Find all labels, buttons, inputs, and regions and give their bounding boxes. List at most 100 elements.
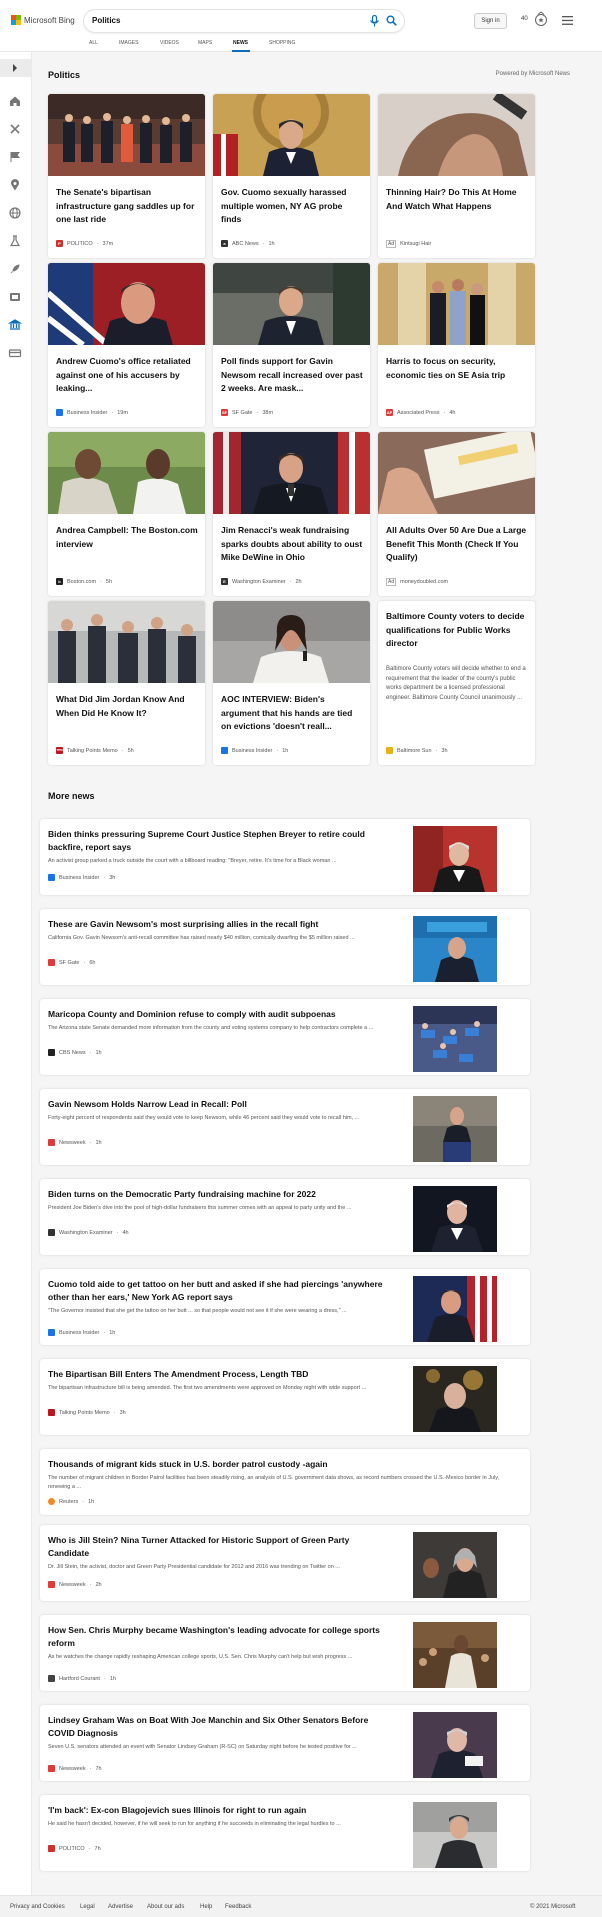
section-title-politics: Politics [48,70,81,80]
news-card-title[interactable]: Jim Renacci's weak fundraising sparks do… [221,524,363,565]
news-item-description: "The Governor insisted that she get the … [48,1308,347,1314]
flag-icon[interactable] [8,150,22,164]
news-card[interactable]: Poll finds support for Gavin Newsom reca… [213,263,370,427]
source-time: 4h [122,1229,129,1236]
news-item-title[interactable]: Who is Jill Stein? Nina Turner Attacked … [48,1534,388,1560]
news-card[interactable]: The Senate's bipartisan infrastructure g… [48,94,205,258]
news-item-title[interactable]: 'I'm back': Ex-con Blagojevich sues Illi… [48,1804,388,1817]
news-card[interactable]: Harris to focus on security, economic ti… [378,263,535,427]
footer-link-privacy[interactable]: Privacy and Cookies [10,1904,65,1910]
news-list-item[interactable]: Who is Jill Stein? Nina Turner Attacked … [40,1525,530,1601]
science-icon[interactable] [8,234,22,248]
news-card-text-only[interactable]: Baltimore County voters to decide qualif… [378,601,535,765]
search-input[interactable]: Politics [92,16,120,25]
home-icon[interactable] [8,94,22,108]
politico-logo-icon: P [56,240,63,247]
news-card[interactable]: Gov. Cuomo sexually harassed multiple wo… [213,94,370,258]
ad-card[interactable]: Thinning Hair? Do This At Home And Watch… [378,94,535,258]
news-item-description: President Joe Biden's dive into the pool… [48,1205,352,1211]
footer-link-about-ads[interactable]: About our ads [147,1904,184,1910]
ad-card-title[interactable]: All Adults Over 50 Are Due a Large Benef… [386,524,528,565]
category-sidebar [0,52,32,1895]
tab-maps[interactable]: MAPS [198,40,212,46]
news-card-title[interactable]: AOC INTERVIEW: Biden's argument that his… [221,693,363,734]
source-name: Business Insider [67,409,108,416]
search-icon[interactable] [386,15,397,26]
microphone-icon[interactable] [369,15,380,27]
footer-link-legal[interactable]: Legal [80,1904,95,1910]
news-card-description: Baltimore County voters will decide whet… [386,666,526,701]
money-icon[interactable] [8,346,22,360]
news-item-title[interactable]: Gavin Newsom Holds Narrow Lead in Recall… [48,1098,388,1111]
footer-copyright: © 2021 Microsoft [530,1904,576,1910]
news-list-item[interactable]: Maricopa County and Dominion refuse to c… [40,999,530,1075]
news-item-title[interactable]: Biden thinks pressuring Supreme Court Ju… [48,828,388,854]
rewards-points[interactable]: 40 [521,16,528,22]
news-card-title[interactable]: What Did Jim Jordan Know And When Did He… [56,693,198,720]
news-item-title[interactable]: Cuomo told aide to get tattoo on her but… [48,1278,388,1304]
ad-card-title[interactable]: Thinning Hair? Do This At Home And Watch… [386,186,528,213]
news-card[interactable]: AOC INTERVIEW: Biden's argument that his… [213,601,370,765]
rocket-icon[interactable] [8,262,22,276]
news-list-item-text-only[interactable]: Thousands of migrant kids stuck in U.S. … [40,1449,530,1515]
news-item-title[interactable]: These are Gavin Newsom's most surprising… [48,918,388,931]
tab-images[interactable]: IMAGES [119,40,138,46]
news-card[interactable]: Jim Renacci's weak fundraising sparks do… [213,432,370,596]
rewards-medal-icon[interactable] [533,11,549,27]
sign-in-button[interactable]: Sign in [474,13,507,29]
news-card-title[interactable]: Poll finds support for Gavin Newsom reca… [221,355,363,396]
news-card-title[interactable]: Harris to focus on security, economic ti… [386,355,528,382]
search-box[interactable]: Politics [84,10,404,32]
footer-link-feedback[interactable]: Feedback [225,1904,251,1910]
ad-card-source: Ad moneydoubled.com [386,578,448,586]
news-list-item[interactable]: The Bipartisan Bill Enters The Amendment… [40,1359,530,1435]
news-item-source: Washington Examiner · 4h [48,1229,129,1236]
news-card-title[interactable]: Gov. Cuomo sexually harassed multiple wo… [221,186,363,227]
news-card-title[interactable]: The Senate's bipartisan infrastructure g… [56,186,198,227]
source-time: 19m [117,409,128,416]
news-item-title[interactable]: The Bipartisan Bill Enters The Amendment… [48,1368,388,1381]
news-item-title[interactable]: Lindsey Graham Was on Boat With Joe Manc… [48,1714,388,1740]
news-item-title[interactable]: How Sen. Chris Murphy became Washington'… [48,1624,388,1650]
news-list-item[interactable]: Cuomo told aide to get tattoo on her but… [40,1269,530,1345]
ad-card-source: Ad Kintsugi Hair [386,240,431,248]
news-list-item[interactable]: Biden turns on the Democratic Party fund… [40,1179,530,1255]
tab-news[interactable]: NEWS [233,40,248,46]
footer-link-help[interactable]: Help [200,1904,212,1910]
location-pin-icon[interactable] [8,178,22,192]
news-list-item[interactable]: 'I'm back': Ex-con Blagojevich sues Illi… [40,1795,530,1871]
source-time: 3h [109,874,116,881]
business-insider-logo-icon [221,747,228,754]
powered-by-label[interactable]: Powered by Microsoft News [496,71,570,77]
news-card-source: P POLITICO · 37m [56,240,113,247]
politics-capitol-icon[interactable] [8,318,22,332]
section-title-more-news: More news [48,791,95,801]
tpm-logo-icon [48,1409,55,1416]
entertainment-icon[interactable] [8,290,22,304]
news-list-item[interactable]: Biden thinks pressuring Supreme Court Ju… [40,819,530,895]
news-card[interactable]: What Did Jim Jordan Know And When Did He… [48,601,205,765]
news-item-image [413,826,497,892]
sports-icon[interactable] [8,122,22,136]
ad-card[interactable]: All Adults Over 50 Are Due a Large Benef… [378,432,535,596]
news-card[interactable]: Andrew Cuomo's office retaliated against… [48,263,205,427]
news-list-item[interactable]: These are Gavin Newsom's most surprising… [40,909,530,985]
globe-icon[interactable] [8,206,22,220]
tab-videos[interactable]: VIDEOS [160,40,179,46]
tab-shopping[interactable]: SHOPPING [269,40,295,46]
news-list-item[interactable]: Lindsey Graham Was on Boat With Joe Manc… [40,1705,530,1781]
menu-icon[interactable] [562,16,573,25]
news-item-title[interactable]: Maricopa County and Dominion refuse to c… [48,1008,388,1021]
chevron-right-icon[interactable] [8,61,22,75]
news-item-title[interactable]: Biden turns on the Democratic Party fund… [48,1188,388,1201]
news-card-title[interactable]: Baltimore County voters to decide qualif… [386,610,528,651]
news-list-item[interactable]: Gavin Newsom Holds Narrow Lead in Recall… [40,1089,530,1165]
footer-link-advertise[interactable]: Advertise [108,1904,133,1910]
tab-all[interactable]: ALL [89,40,98,46]
news-card-title[interactable]: Andrea Campbell: The Boston.com intervie… [56,524,198,551]
news-item-title[interactable]: Thousands of migrant kids stuck in U.S. … [48,1458,518,1471]
news-card-title[interactable]: Andrew Cuomo's office retaliated against… [56,355,198,396]
news-card[interactable]: Andrea Campbell: The Boston.com intervie… [48,432,205,596]
bing-logo[interactable]: Microsoft Bing [11,15,75,25]
news-list-item[interactable]: How Sen. Chris Murphy became Washington'… [40,1615,530,1691]
